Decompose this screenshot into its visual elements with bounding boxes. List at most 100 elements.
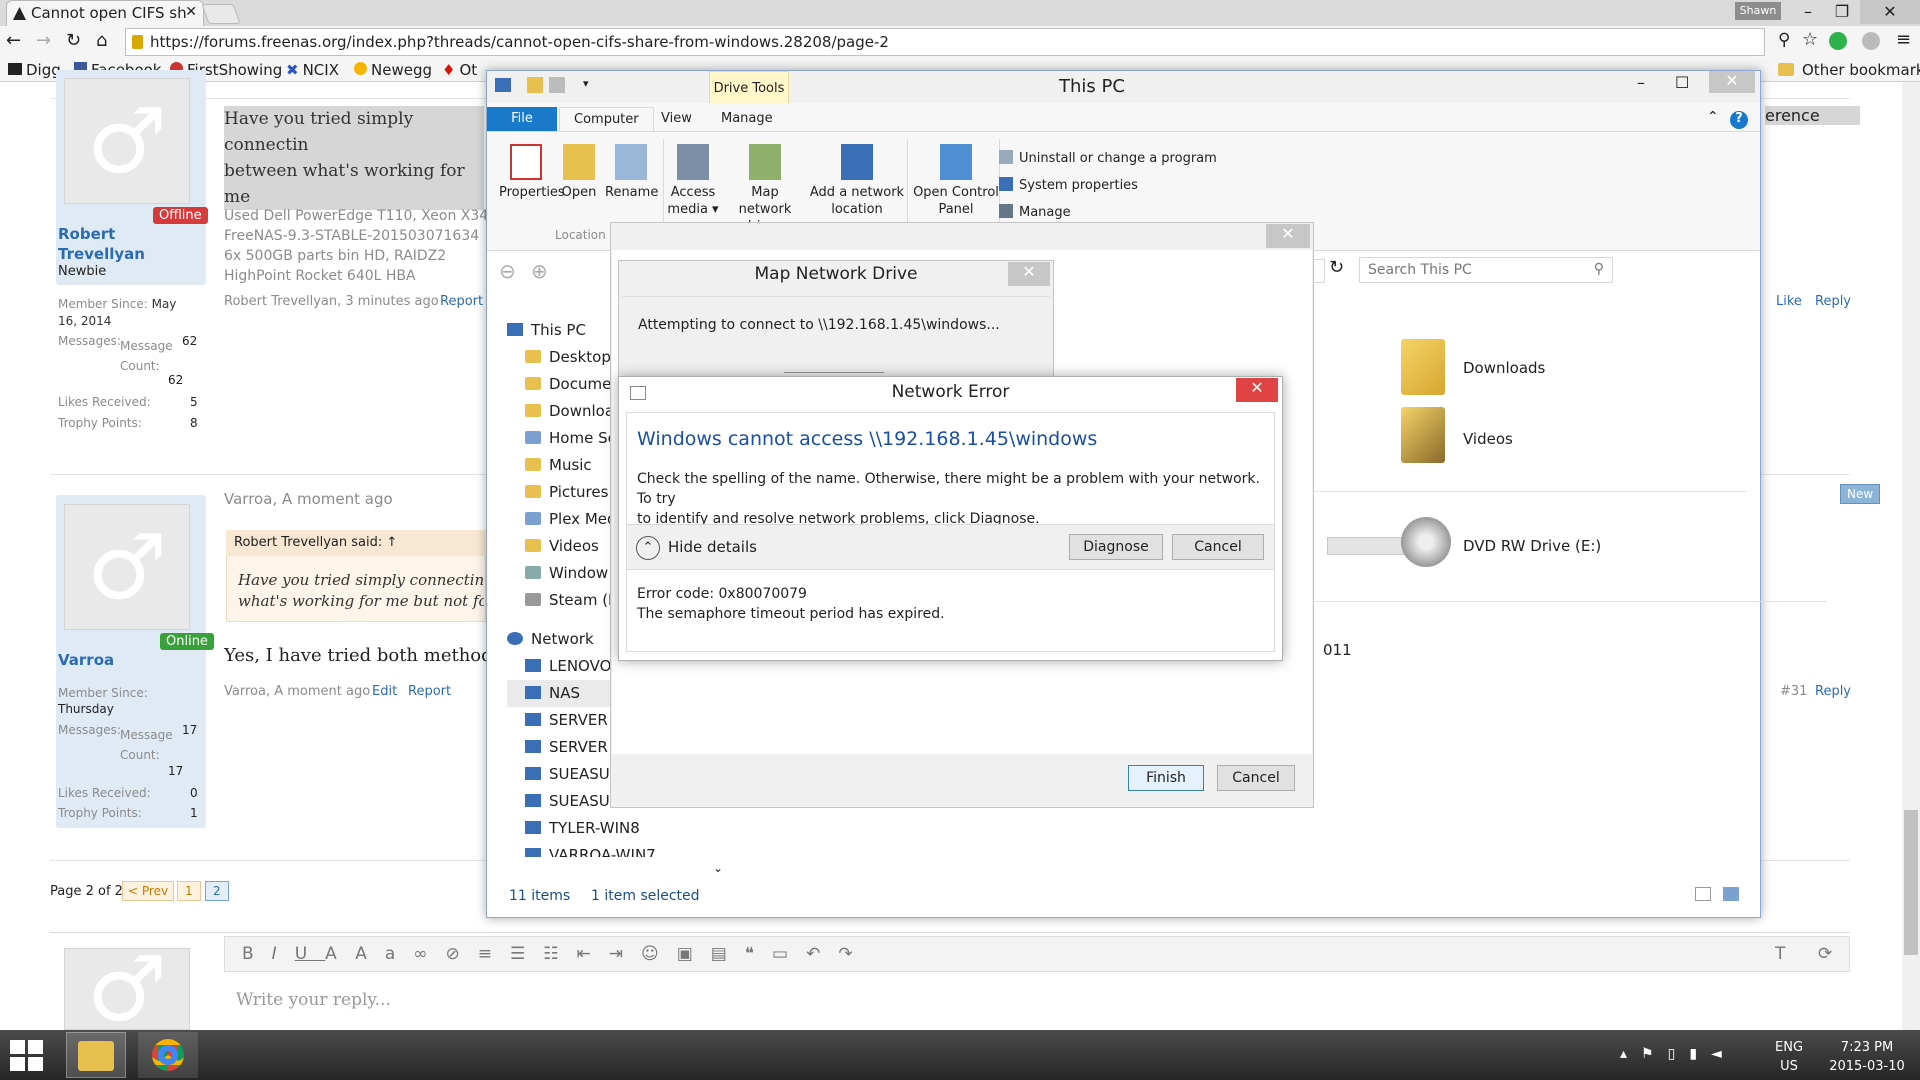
restore-icon[interactable]: ❐ <box>1822 0 1862 24</box>
page-scrollbar-thumb[interactable] <box>1904 810 1918 955</box>
tab-manage[interactable]: Manage <box>707 107 787 131</box>
explorer-minimize-icon[interactable]: – <box>1637 73 1645 92</box>
system-properties-link[interactable]: System properties <box>999 172 1217 199</box>
qat-newfolder-icon[interactable] <box>549 77 565 93</box>
explorer-close-icon[interactable]: ✕ <box>1709 71 1755 93</box>
post1-report-link[interactable]: Report <box>440 294 483 309</box>
open-control-panel-button[interactable]: Open Control Panel <box>911 144 1001 218</box>
chevron-up-icon[interactable]: ⌃ <box>636 536 660 560</box>
nav-scroll-down-icon[interactable]: ⌄ <box>713 861 723 875</box>
nav-varroa-win7[interactable]: VARROA-WIN7 <box>507 842 697 857</box>
downloads-folder-icon[interactable] <box>1401 339 1445 395</box>
url-text: https://forums.freenas.org/index.php?thr… <box>150 33 889 51</box>
bookmark-newegg[interactable]: Newegg <box>354 58 432 82</box>
diagnose-button[interactable]: Diagnose <box>1069 534 1163 560</box>
explorer-back-icon[interactable]: ⊖ <box>499 259 516 283</box>
browser-close-icon[interactable]: ✕ <box>1860 0 1920 24</box>
editor-format-buttons[interactable]: BIUAAa∞⊘≡☰☷⇤⇥☺▣▤❝▭↶↷ <box>242 944 871 964</box>
explorer-refresh-icon[interactable]: ↻ <box>1329 257 1344 278</box>
finish-button[interactable]: Finish <box>1128 765 1204 791</box>
wizard-close-icon[interactable]: ✕ <box>1266 224 1310 248</box>
bookmark-digg[interactable]: Digg <box>8 58 61 82</box>
post2-username[interactable]: Varroa <box>58 651 114 669</box>
redo-icon: ↷ <box>838 944 871 964</box>
post2-quote-author[interactable]: Robert Trevellyan said: ↑ <box>226 530 486 556</box>
search-this-pc-input[interactable]: Search This PC ⚲ <box>1359 257 1613 283</box>
explorer-forward-icon[interactable]: ⊕ <box>531 259 548 283</box>
reply-input[interactable]: Write your reply... <box>236 990 391 1010</box>
pagination-page-1[interactable]: 1 <box>177 881 201 901</box>
reload-icon[interactable]: ↻ <box>66 30 81 51</box>
help-icon[interactable]: ? <box>1730 111 1748 129</box>
post1-username[interactable]: Robert Trevellyan <box>58 224 145 264</box>
post2-meta[interactable]: Varroa, A moment ago <box>224 684 370 699</box>
post1-reply-link[interactable]: Reply <box>1815 294 1851 309</box>
profile-user-badge[interactable]: Shawn <box>1735 2 1781 20</box>
address-bar[interactable]: https://forums.freenas.org/index.php?thr… <box>125 28 1765 56</box>
forward-icon[interactable]: → <box>36 30 51 51</box>
pagination-prev[interactable]: < Prev <box>122 881 175 901</box>
start-windows-icon[interactable] <box>10 1040 44 1072</box>
qat-dropdown-icon[interactable]: ▾ <box>583 77 589 90</box>
error-cancel-button[interactable]: Cancel <box>1172 534 1264 560</box>
rename-button[interactable]: Rename <box>605 144 658 201</box>
menu-icon[interactable]: ≡ <box>1896 29 1911 50</box>
browser-tab[interactable]: Cannot open CIFS sh ✕ <box>6 0 204 26</box>
pagination-page-2[interactable]: 2 <box>205 881 229 901</box>
tab-computer[interactable]: Computer <box>559 107 654 131</box>
network-error-close-icon[interactable]: ✕ <box>1236 378 1278 402</box>
qat-properties-icon[interactable] <box>527 77 543 93</box>
post2-messages-label: Messages: <box>58 723 121 737</box>
item-downloads[interactable]: Downloads <box>1463 359 1545 377</box>
tab-view[interactable]: View <box>647 107 706 131</box>
post2-reply-link[interactable]: Reply <box>1815 684 1851 699</box>
properties-button[interactable]: Properties <box>499 144 565 201</box>
bookmark-other[interactable]: ♦ Ot <box>442 58 477 82</box>
back-icon[interactable]: ← <box>6 30 21 51</box>
item-videos[interactable]: Videos <box>1463 430 1513 448</box>
taskbar-chrome-button[interactable] <box>138 1032 198 1078</box>
post1-meta[interactable]: Robert Trevellyan, 3 minutes ago <box>224 294 439 309</box>
large-icons-view-icon[interactable] <box>1723 887 1739 901</box>
clock[interactable]: 7:23 PM 2015-03-10 <box>1824 1038 1910 1076</box>
videos-folder-icon[interactable] <box>1401 407 1445 463</box>
bookmark-ncix[interactable]: ✖ NCIX <box>286 58 339 82</box>
post2-likes: 0 <box>190 786 198 800</box>
map-drive-close-icon[interactable]: ✕ <box>1008 262 1050 286</box>
nav-tyler-win8[interactable]: TYLER-WIN8 <box>507 815 697 842</box>
adblock-icon[interactable] <box>1862 32 1880 50</box>
system-tray-icons[interactable]: ▴⚑▯▮◄ <box>1620 1046 1736 1062</box>
tab-file[interactable]: File <box>487 107 557 131</box>
home-icon[interactable]: ⌂ <box>96 30 107 51</box>
remove-format-icon[interactable]: T <box>1775 944 1785 964</box>
magnifier-icon[interactable]: ⚲ <box>1778 30 1790 50</box>
network-error-description: Check the spelling of the name. Otherwis… <box>637 471 1260 527</box>
dvd-drive-icon[interactable] <box>1401 517 1451 567</box>
extension-icon[interactable] <box>1829 32 1847 50</box>
access-media-button[interactable]: Access media ▾ <box>665 144 721 218</box>
wizard-cancel-button[interactable]: Cancel <box>1217 765 1295 791</box>
input-language[interactable]: ENG US <box>1775 1038 1803 1076</box>
post2-permalink[interactable]: #31 <box>1780 684 1807 699</box>
ribbon-collapse-icon[interactable]: ⌃ <box>1707 109 1719 125</box>
item-dvd-drive[interactable]: DVD RW Drive (E:) <box>1463 537 1601 555</box>
toggle-bbcode-icon[interactable]: ⟳ <box>1818 944 1832 964</box>
other-bookmarks[interactable]: Other bookmarks <box>1778 58 1920 82</box>
uninstall-program-link[interactable]: Uninstall or change a program <box>999 145 1217 172</box>
star-icon[interactable]: ☆ <box>1802 29 1818 50</box>
open-button[interactable]: Open <box>557 144 601 201</box>
explorer-maximize-icon[interactable]: ☐ <box>1675 73 1689 92</box>
tab-close-icon[interactable]: ✕ <box>185 4 197 20</box>
add-network-location-button[interactable]: Add a network location <box>809 144 905 218</box>
post2-avatar[interactable]: ♂ <box>64 504 190 630</box>
post1-offline-badge: Offline <box>153 207 208 224</box>
details-view-icon[interactable] <box>1695 887 1711 901</box>
post1-like-link[interactable]: Like <box>1776 294 1802 309</box>
new-tab-button[interactable] <box>201 4 241 24</box>
hide-details-toggle[interactable]: Hide details <box>668 538 757 556</box>
post1-messages-label: Messages: <box>58 334 121 348</box>
taskbar-explorer-button[interactable] <box>66 1032 126 1078</box>
post2-edit-link[interactable]: Edit <box>372 684 397 699</box>
post1-avatar[interactable]: ♂ <box>64 78 190 204</box>
post2-report-link[interactable]: Report <box>408 684 451 699</box>
